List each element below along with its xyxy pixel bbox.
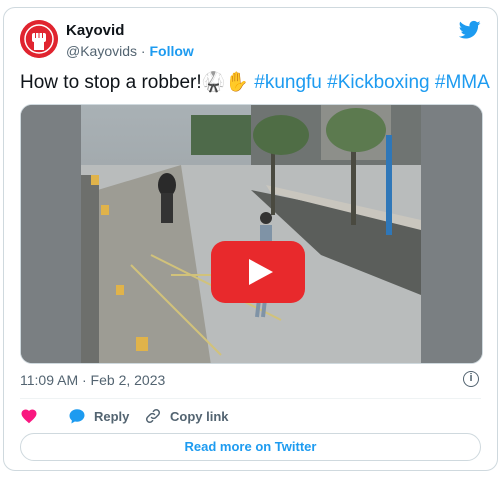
tweet-card: Kayovid @Kayovids · Follow How to stop a… [3,7,498,471]
link-icon [145,408,161,424]
info-icon[interactable]: i [463,371,479,387]
twitter-bird-icon[interactable] [459,20,481,40]
reply-icon [69,409,85,424]
video-thumbnail [21,105,482,363]
tweet-body: How to stop a robber!🥋✋ [20,72,249,93]
hashtag-kickboxing[interactable]: #Kickboxing [327,72,429,93]
avatar[interactable] [20,20,58,58]
copy-link-label: Copy link [170,408,229,424]
hashtag-kungfu[interactable]: #kungfu [254,72,322,93]
copy-link-button[interactable]: Copy link [144,407,229,425]
hashtag-mma[interactable]: #MMA [435,72,490,93]
heart-icon [21,409,37,424]
follow-button[interactable]: Follow [149,43,193,59]
meta-separator: · [137,43,150,59]
author-info: Kayovid @Kayovids · Follow [66,22,194,60]
raised-fist-icon [20,20,58,58]
author-handle[interactable]: @Kayovids [66,43,137,59]
tweet-timestamp[interactable]: 11:09 AM · Feb 2, 2023 [20,372,165,388]
reply-button[interactable]: Reply [68,407,129,425]
divider [20,398,481,399]
reply-label: Reply [94,408,130,424]
play-button[interactable] [211,241,305,303]
video-player[interactable] [20,104,483,364]
like-button[interactable] [20,407,46,425]
tweet-text: How to stop a robber!🥋✋ #kungfu #Kickbox… [20,70,490,96]
author-name[interactable]: Kayovid [66,22,194,40]
play-icon [249,259,273,285]
read-more-button[interactable]: Read more on Twitter [20,433,481,461]
